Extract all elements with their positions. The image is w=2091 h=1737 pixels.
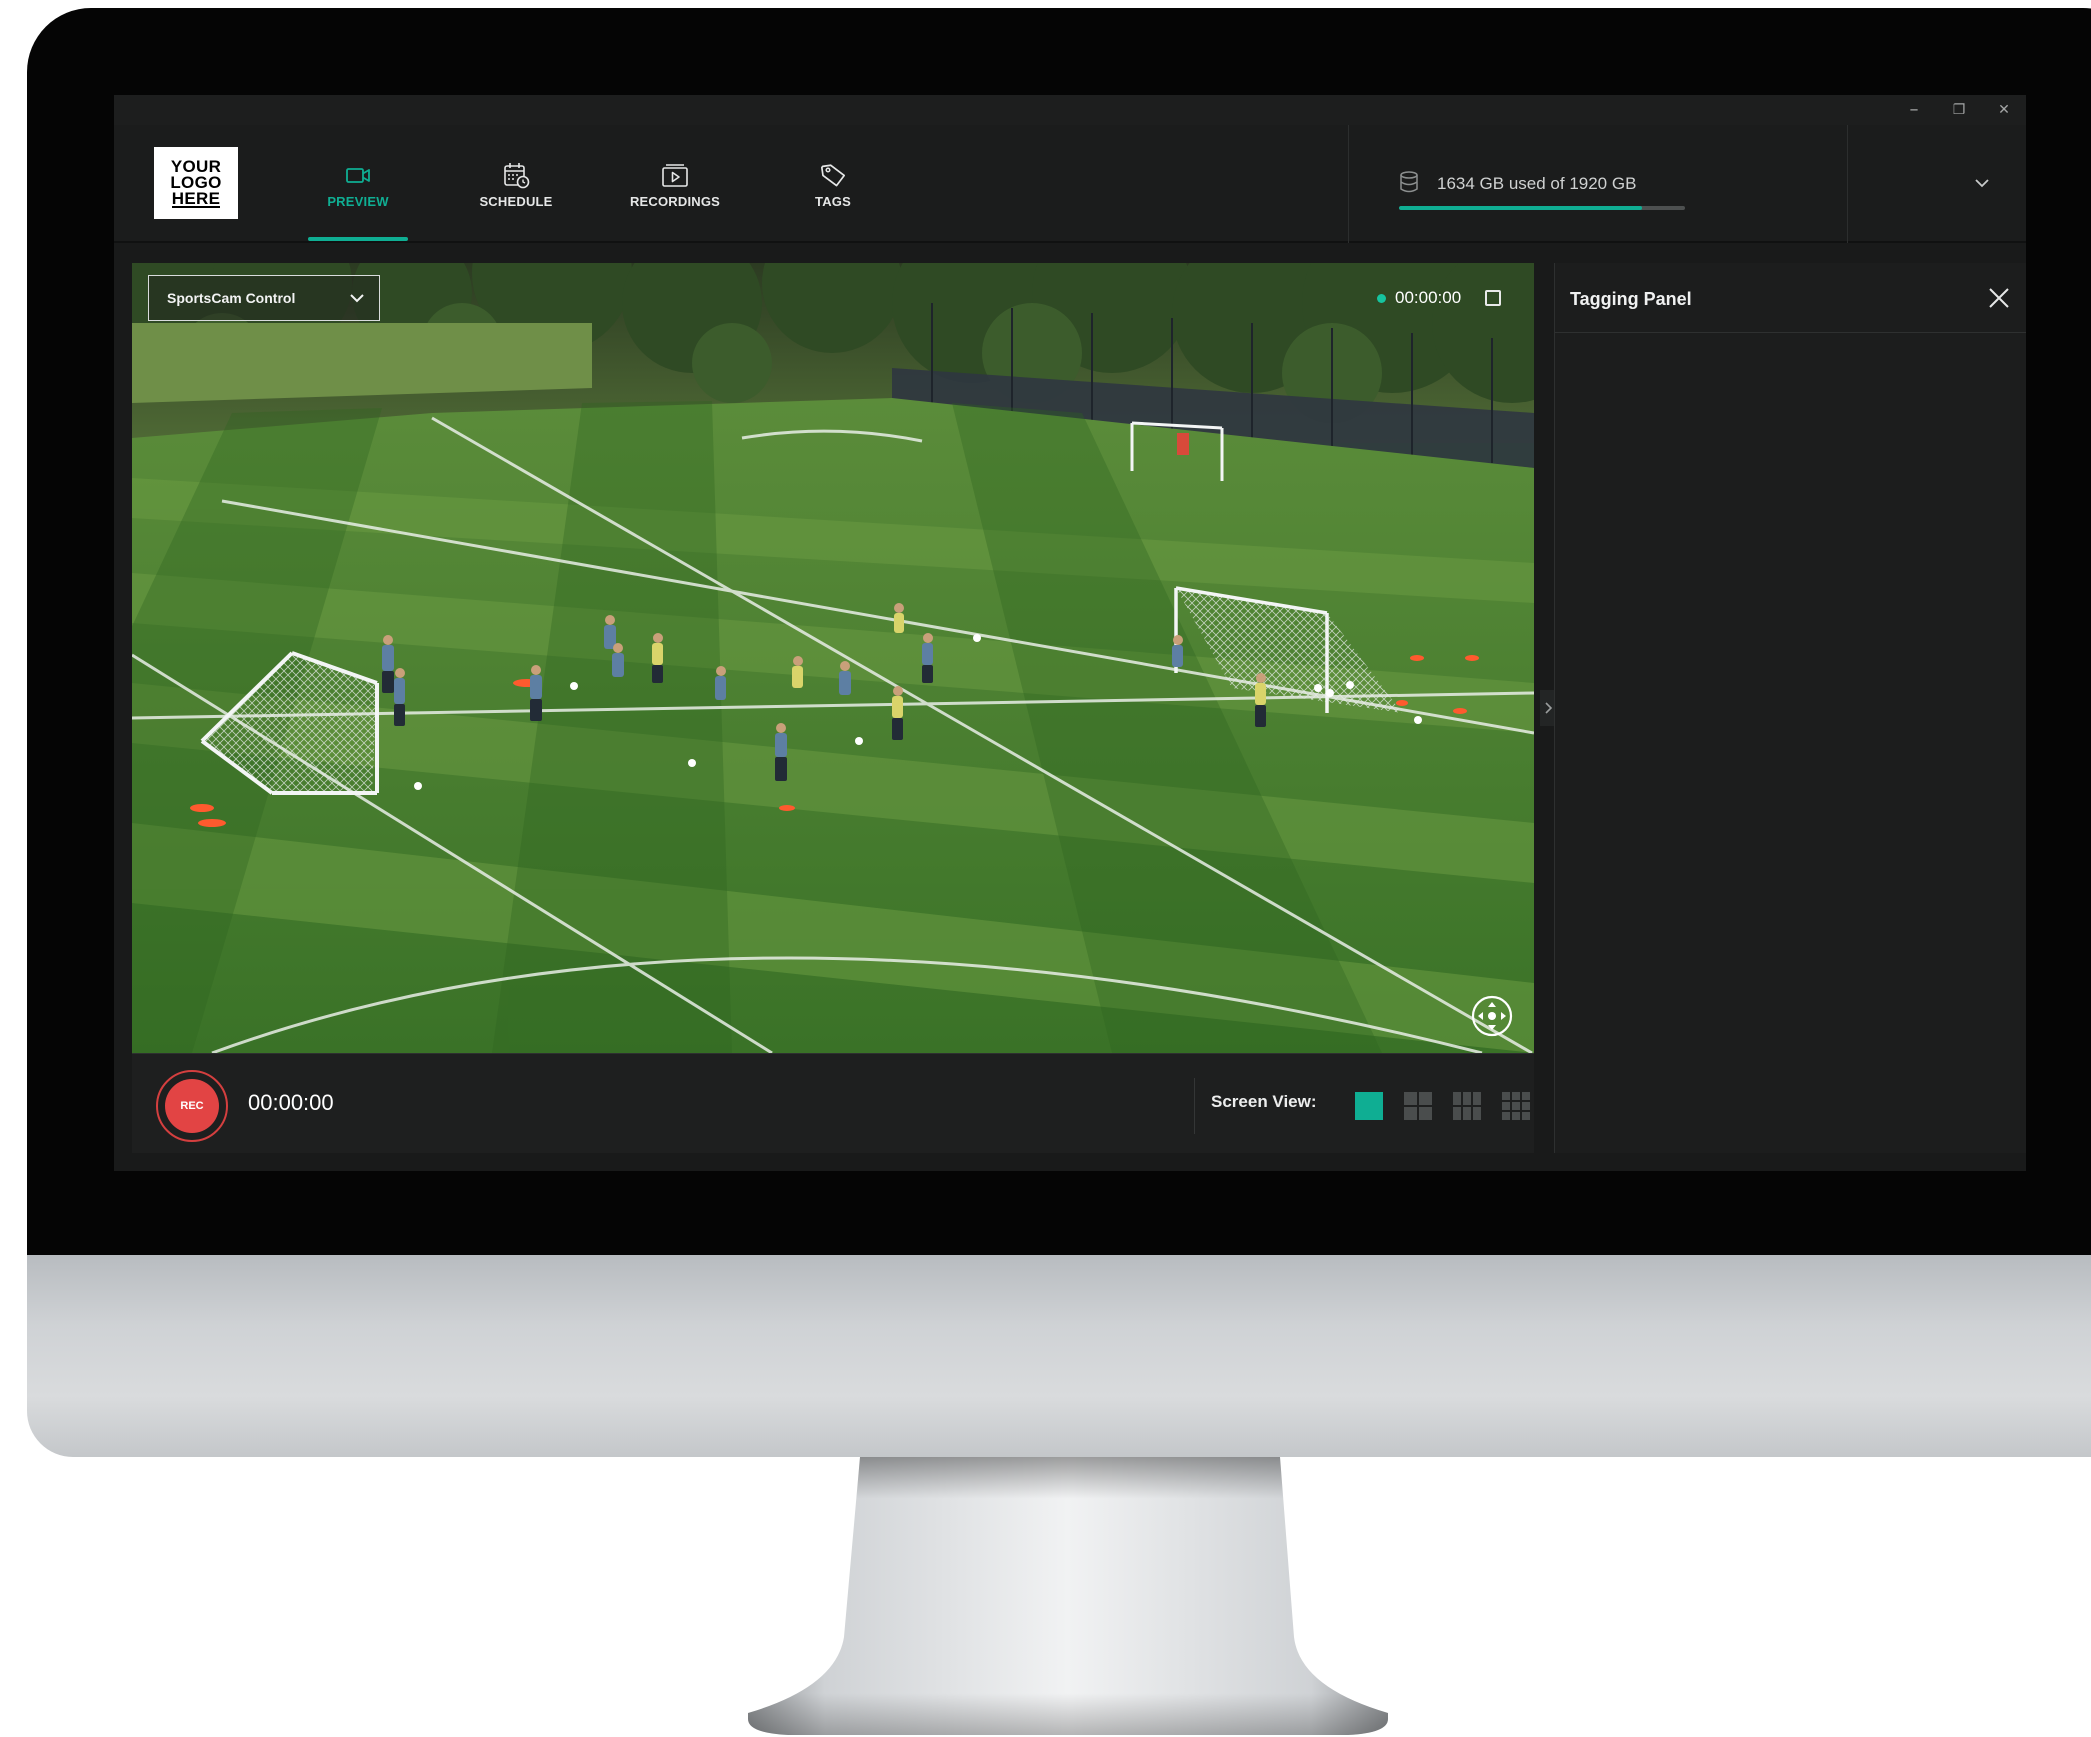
play-folder-icon — [662, 163, 688, 187]
divider — [1194, 1078, 1195, 1134]
tab-tags-label: TAGS — [815, 193, 851, 209]
live-status: 00:00:00 — [1377, 288, 1502, 308]
tab-preview-label: PREVIEW — [327, 193, 389, 209]
tab-schedule-label: SCHEDULE — [479, 193, 553, 209]
tag-icon — [820, 163, 846, 186]
video-preview[interactable]: SportsCam Control 00:00:00 — [132, 263, 1534, 1053]
monitor-stand — [748, 1457, 1388, 1735]
close-window-button[interactable]: ✕ — [1982, 95, 2026, 125]
record-button-core: REC — [165, 1079, 219, 1133]
tab-recordings-label: RECORDINGS — [629, 193, 721, 209]
recording-controls: REC 00:00:00 Screen View: — [132, 1053, 1534, 1153]
live-indicator-dot — [1377, 293, 1386, 303]
chevron-right-icon — [1545, 702, 1553, 714]
tagging-panel-header: Tagging Panel — [1555, 263, 2026, 333]
storage-bar — [1399, 206, 1685, 210]
pan-tilt-control-icon[interactable] — [1470, 994, 1514, 1038]
record-button[interactable]: REC — [156, 1070, 228, 1142]
app-header: YOUR LOGO HERE PREVIEW SCHEDULE RECORDIN… — [114, 125, 2026, 243]
chevron-down-icon — [350, 294, 364, 303]
logo: YOUR LOGO HERE — [154, 147, 238, 219]
tab-schedule[interactable]: SCHEDULE — [456, 125, 576, 243]
record-button-label: REC — [180, 1100, 204, 1112]
title-bar: – ❐ ✕ — [114, 95, 2026, 125]
storage-label: 1634 GB used of 1920 GB — [1437, 174, 1637, 193]
tab-tags[interactable]: TAGS — [773, 125, 893, 243]
screen-view-3x2-icon[interactable] — [1452, 1091, 1482, 1121]
active-tab-indicator — [308, 237, 408, 241]
calendar-clock-icon — [504, 162, 530, 188]
storage-indicator: 1634 GB used of 1920 GB — [1348, 125, 1848, 243]
tab-recordings[interactable]: RECORDINGS — [615, 125, 735, 243]
screen-view-3x3-icon[interactable] — [1501, 1091, 1531, 1121]
live-timecode: 00:00:00 — [1395, 288, 1462, 307]
screen-view-2x2-icon[interactable] — [1403, 1091, 1433, 1121]
maximize-button[interactable]: ❐ — [1937, 95, 1981, 125]
camera-select-dropdown[interactable]: SportsCam Control — [148, 275, 380, 321]
screen-view-label: Screen View: — [1211, 1092, 1317, 1111]
video-camera-icon — [346, 167, 370, 183]
chevron-down-icon[interactable] — [1974, 177, 1990, 189]
recording-timer: 00:00:00 — [248, 1090, 334, 1115]
tagging-panel-title: Tagging Panel — [1570, 289, 1692, 309]
tagging-panel: Tagging Panel — [1554, 263, 2026, 1153]
logo-line-3: HERE — [171, 188, 221, 208]
stage: – ❐ ✕ YOUR LOGO HERE PREVIEW SCHEDULE RE… — [0, 0, 2091, 1737]
app-window: – ❐ ✕ YOUR LOGO HERE PREVIEW SCHEDULE RE… — [114, 95, 2026, 1171]
screen-view-1x1-icon[interactable] — [1354, 1091, 1384, 1121]
fullscreen-icon[interactable] — [1485, 290, 1502, 306]
storage-bar-fill — [1399, 206, 1643, 210]
database-icon — [1400, 171, 1418, 193]
pitch-camera-feed — [132, 263, 1534, 1053]
camera-select-label: SportsCam Control — [167, 290, 296, 306]
tab-preview[interactable]: PREVIEW — [298, 125, 418, 243]
monitor-chin — [27, 1255, 2091, 1457]
minimize-button[interactable]: – — [1892, 95, 1936, 125]
close-icon[interactable] — [1987, 286, 2011, 310]
